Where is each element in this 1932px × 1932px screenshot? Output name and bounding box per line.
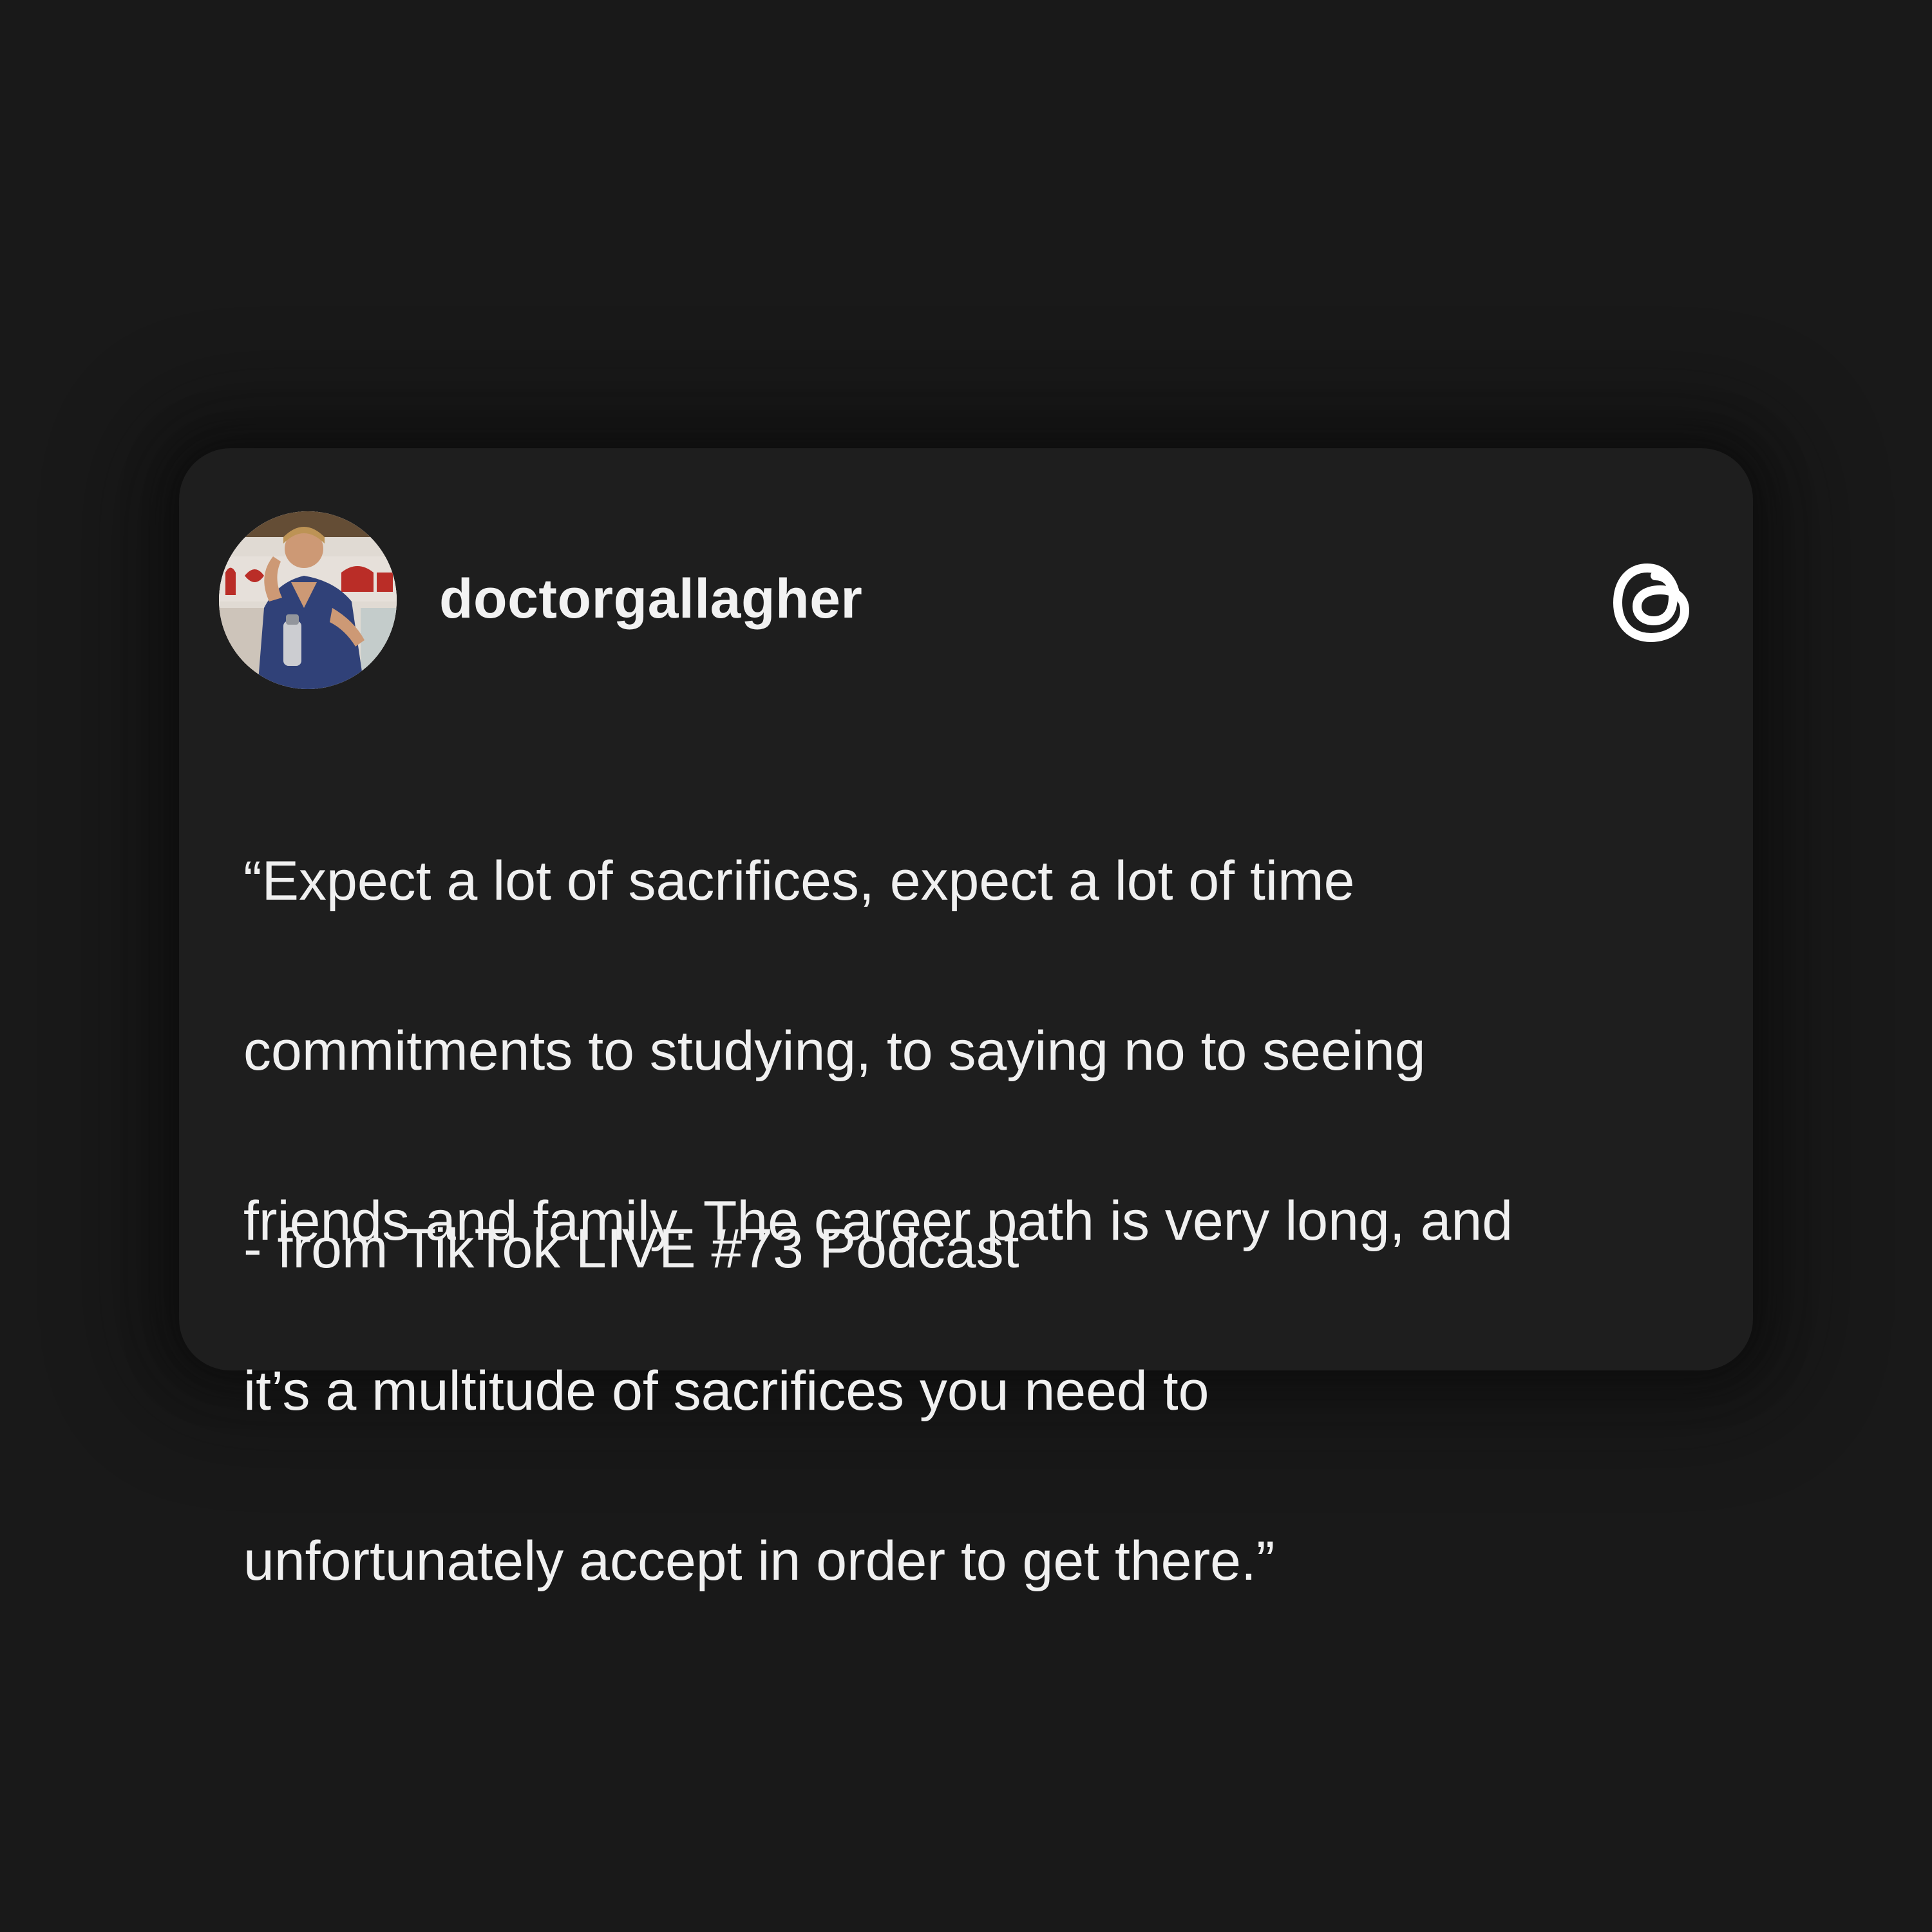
username[interactable]: doctorgallagher — [439, 564, 862, 634]
post-card[interactable]: doctorgallagher “Expect a lot of sacrifi… — [179, 448, 1753, 1592]
threads-logo-icon[interactable] — [1609, 554, 1696, 649]
quote-line: unfortunately accept in order to get the… — [243, 1530, 1275, 1592]
avatar-photo — [219, 511, 397, 689]
quote-line: commitments to studying, to saying no to… — [243, 1020, 1426, 1082]
quote-line: it’s a multitude of sacrifices you need … — [243, 1360, 1209, 1422]
quote-source: - from TikTok LIVE #73 Podcast — [243, 1218, 1019, 1280]
quote-line: “Expect a lot of sacrifices, expect a lo… — [243, 850, 1355, 912]
avatar[interactable] — [219, 511, 397, 689]
post-header: doctorgallagher — [219, 511, 1696, 689]
page: doctorgallagher “Expect a lot of sacrifi… — [0, 0, 1932, 1932]
